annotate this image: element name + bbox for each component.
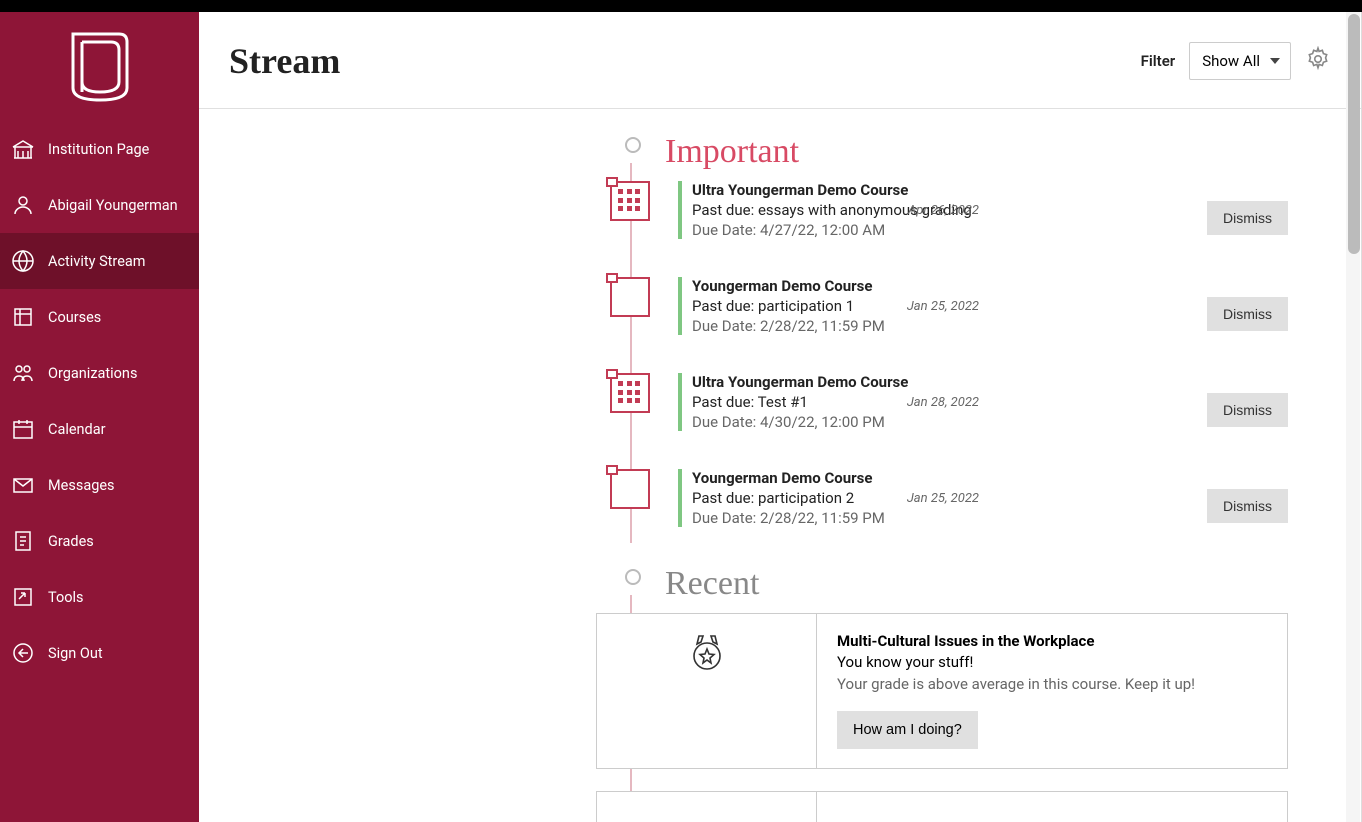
sidebar-item-grades[interactable]: Grades — [0, 513, 199, 569]
sidebar-item-label: Messages — [48, 477, 115, 494]
stream-item[interactable]: Jan 25, 2022 Youngerman Demo Course Past… — [596, 277, 1288, 351]
sidebar-item-label: Institution Page — [48, 141, 149, 158]
sidebar: Institution Page Abigail Youngerman Acti… — [0, 12, 199, 822]
sidebar-item-profile[interactable]: Abigail Youngerman — [0, 177, 199, 233]
assignment-icon — [610, 277, 650, 317]
settings-button[interactable] — [1305, 46, 1331, 76]
stream-item[interactable]: Jan 28, 2022 Ultra Youngerman Demo Cours… — [596, 373, 1288, 447]
assignment-icon — [610, 373, 650, 413]
tools-icon — [10, 584, 36, 610]
stream-item-title: You know your stuff! — [837, 653, 1267, 671]
filter-label: Filter — [1141, 52, 1176, 70]
stream-item — [596, 791, 1361, 822]
sidebar-item-tools[interactable]: Tools — [0, 569, 199, 625]
institution-icon — [10, 136, 36, 162]
award-icon — [689, 632, 725, 676]
how-am-i-doing-button[interactable]: How am I doing? — [837, 711, 978, 749]
sidebar-item-courses[interactable]: Courses — [0, 289, 199, 345]
dismiss-button[interactable]: Dismiss — [1207, 489, 1288, 523]
filter-value: Show All — [1202, 52, 1260, 70]
stream-item-date: Jan 25, 2022 — [907, 299, 993, 314]
important-timeline: Apr 26, 2022 Ultra Youngerman Demo Cours… — [199, 181, 1361, 543]
sidebar-item-label: Sign Out — [48, 645, 103, 662]
stream-item-course: Youngerman Demo Course — [692, 277, 1207, 295]
sidebar-item-organizations[interactable]: Organizations — [0, 345, 199, 401]
dismiss-button[interactable]: Dismiss — [1207, 201, 1288, 235]
stream-item-date: Jan 28, 2022 — [907, 395, 993, 410]
stream-item[interactable]: Jan 25, 2022 Youngerman Demo Course Past… — [596, 469, 1288, 543]
scrollbar-thumb[interactable] — [1348, 14, 1360, 254]
dismiss-button[interactable]: Dismiss — [1207, 297, 1288, 331]
dismiss-button[interactable]: Dismiss — [1207, 393, 1288, 427]
stream-item-due: Due Date: 2/28/22, 11:59 PM — [692, 317, 1207, 335]
grades-icon — [10, 528, 36, 554]
main-content: Stream Filter Show All Important Ap — [199, 12, 1362, 822]
sidebar-item-label: Activity Stream — [48, 253, 146, 270]
stream-item-due: Due Date: 2/28/22, 11:59 PM — [692, 509, 1207, 527]
recent-timeline: Jun 18, 2022 Mu — [199, 613, 1361, 822]
sidebar-item-calendar[interactable]: Calendar — [0, 401, 199, 457]
page-header: Stream Filter Show All — [199, 12, 1361, 109]
organizations-icon — [10, 360, 36, 386]
recent-section-title: Recent — [665, 565, 759, 603]
grade-performance-card[interactable]: Multi-Cultural Issues in the Workplace Y… — [596, 613, 1288, 769]
important-section-title: Important — [665, 133, 799, 171]
stream-item-course: Multi-Cultural Issues in the Workplace — [837, 632, 1267, 650]
user-icon — [10, 192, 36, 218]
sidebar-item-label: Organizations — [48, 365, 137, 382]
recent-section-header: Recent — [619, 565, 1361, 603]
stream-item-course: Ultra Youngerman Demo Course — [692, 373, 1207, 391]
calendar-icon — [10, 416, 36, 442]
filter-dropdown[interactable]: Show All — [1189, 42, 1291, 80]
sidebar-item-messages[interactable]: Messages — [0, 457, 199, 513]
messages-icon — [10, 472, 36, 498]
stream-item-due: Due Date: 4/30/22, 12:00 PM — [692, 413, 1207, 431]
institution-logo[interactable] — [0, 12, 199, 121]
stream-item[interactable]: Apr 26, 2022 Ultra Youngerman Demo Cours… — [596, 181, 1288, 255]
sidebar-item-signout[interactable]: Sign Out — [0, 625, 199, 681]
assignment-icon — [610, 181, 650, 221]
courses-icon — [10, 304, 36, 330]
stream-item-date: Jan 25, 2022 — [907, 491, 993, 506]
important-section-header: Important — [619, 133, 1361, 171]
sidebar-item-activity-stream[interactable]: Activity Stream — [0, 233, 199, 289]
page-title: Stream — [229, 40, 340, 82]
grade-performance-card-partial[interactable] — [596, 791, 1288, 822]
signout-icon — [10, 640, 36, 666]
sidebar-item-institution[interactable]: Institution Page — [0, 121, 199, 177]
globe-icon — [10, 248, 36, 274]
logo-icon — [69, 30, 131, 104]
sidebar-item-label: Grades — [48, 533, 94, 550]
browser-tab-bar — [0, 0, 1362, 12]
stream-item-description: Your grade is above average in this cour… — [837, 675, 1267, 693]
chevron-down-icon — [1270, 58, 1280, 64]
sidebar-item-label: Courses — [48, 309, 101, 326]
sidebar-item-label: Tools — [48, 589, 84, 606]
sidebar-item-label: Abigail Youngerman — [48, 197, 178, 214]
stream-item-course: Ultra Youngerman Demo Course — [692, 181, 1207, 199]
assignment-icon — [610, 469, 650, 509]
stream-item-date: Apr 26, 2022 — [908, 203, 993, 218]
stream-content: Important Apr 26, 2022 Ultra Youngerman … — [199, 109, 1361, 822]
gear-icon — [1305, 46, 1331, 72]
sidebar-item-label: Calendar — [48, 421, 106, 438]
stream-item-course: Youngerman Demo Course — [692, 469, 1207, 487]
stream-item: Jun 18, 2022 Mu — [596, 613, 1361, 769]
stream-item-due: Due Date: 4/27/22, 12:00 AM — [692, 221, 1207, 239]
